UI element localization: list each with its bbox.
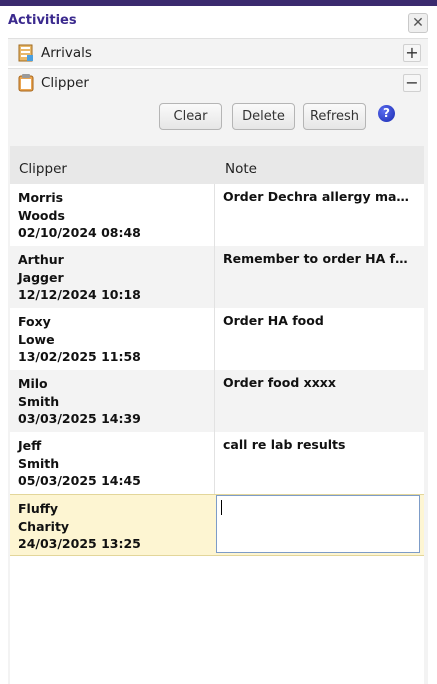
clip-datetime: 03/03/2025 14:39 bbox=[18, 411, 141, 426]
clipper-cell: Milo Smith 03/03/2025 14:39 bbox=[18, 375, 208, 428]
clip-datetime: 24/03/2025 13:25 bbox=[18, 536, 141, 551]
collapse-clipper-button[interactable]: − bbox=[403, 74, 421, 92]
clipper-cell: Morris Woods 02/10/2024 08:48 bbox=[18, 189, 208, 242]
table-row[interactable]: Milo Smith 03/03/2025 14:39 Order food x… bbox=[10, 370, 424, 432]
table-empty-area bbox=[10, 556, 424, 684]
note-cell[interactable]: Remember to order HA food bbox=[223, 251, 416, 266]
column-header-note[interactable]: Note bbox=[225, 161, 257, 177]
note-cell[interactable]: Order food xxxx bbox=[223, 375, 416, 390]
table-row-selected[interactable]: Fluffy Charity 24/03/2025 13:25 bbox=[10, 494, 424, 556]
clip-datetime: 13/02/2025 11:58 bbox=[18, 349, 141, 364]
patient-last-name: Smith bbox=[18, 393, 60, 409]
patient-first-name: Arthur bbox=[18, 252, 64, 267]
note-cell[interactable]: Order HA food bbox=[223, 313, 416, 328]
patient-last-name: Smith bbox=[18, 455, 60, 471]
note-cell[interactable]: Order Dechra allergy manag... bbox=[223, 189, 416, 204]
table-header: Clipper Note bbox=[10, 146, 424, 184]
clipper-cell: Jeff Smith 05/03/2025 14:45 bbox=[18, 437, 208, 490]
table-row[interactable]: Morris Woods 02/10/2024 08:48 Order Dech… bbox=[10, 184, 424, 246]
column-separator bbox=[214, 184, 215, 246]
clipper-cell: Foxy Lowe 13/02/2025 11:58 bbox=[18, 313, 208, 366]
column-separator bbox=[214, 370, 215, 432]
plus-icon: + bbox=[405, 43, 419, 62]
clip-datetime: 02/10/2024 08:48 bbox=[18, 225, 141, 240]
clipper-cell: Arthur Jagger 12/12/2024 10:18 bbox=[18, 251, 208, 304]
patient-last-name: Woods bbox=[18, 207, 65, 223]
arrivals-book-icon bbox=[18, 44, 33, 62]
patient-first-name: Fluffy bbox=[18, 501, 58, 516]
column-header-clipper[interactable]: Clipper bbox=[19, 161, 67, 177]
patient-last-name: Charity bbox=[18, 518, 70, 534]
section-clipper[interactable]: Clipper − bbox=[8, 68, 428, 96]
table-row[interactable]: Foxy Lowe 13/02/2025 11:58 Order HA food bbox=[10, 308, 424, 370]
note-edit-field[interactable] bbox=[216, 495, 420, 553]
column-separator bbox=[214, 308, 215, 370]
text-caret bbox=[221, 500, 222, 515]
column-separator bbox=[214, 246, 215, 308]
activities-header: Activities ✕ bbox=[0, 6, 437, 36]
section-arrivals-label: Arrivals bbox=[41, 45, 92, 61]
expand-arrivals-button[interactable]: + bbox=[403, 44, 421, 62]
patient-first-name: Morris bbox=[18, 190, 64, 205]
patient-first-name: Foxy bbox=[18, 314, 51, 329]
clear-button[interactable]: Clear bbox=[159, 103, 222, 130]
patient-last-name: Lowe bbox=[18, 331, 55, 347]
clip-datetime: 05/03/2025 14:45 bbox=[18, 473, 141, 488]
minus-icon: − bbox=[405, 73, 419, 92]
section-clipper-label: Clipper bbox=[41, 75, 89, 91]
panel-title: Activities bbox=[8, 13, 77, 28]
section-arrivals[interactable]: Arrivals + bbox=[8, 38, 428, 66]
refresh-button[interactable]: Refresh bbox=[303, 103, 366, 130]
note-cell[interactable]: call re lab results bbox=[223, 437, 416, 452]
table-row[interactable]: Jeff Smith 05/03/2025 14:45 call re lab … bbox=[10, 432, 424, 494]
close-button[interactable]: ✕ bbox=[408, 13, 428, 33]
column-separator bbox=[214, 432, 215, 494]
table-row[interactable]: Arthur Jagger 12/12/2024 10:18 Remember … bbox=[10, 246, 424, 308]
patient-first-name: Milo bbox=[18, 376, 48, 391]
delete-button[interactable]: Delete bbox=[232, 103, 295, 130]
clipboard-icon bbox=[18, 74, 34, 92]
close-icon: ✕ bbox=[412, 15, 424, 31]
clipper-table: Clipper Note Morris Woods 02/10/2024 08:… bbox=[10, 146, 424, 556]
clip-datetime: 12/12/2024 10:18 bbox=[18, 287, 141, 302]
patient-first-name: Jeff bbox=[18, 438, 42, 453]
clipper-cell: Fluffy Charity 24/03/2025 13:25 bbox=[18, 500, 208, 553]
patient-last-name: Jagger bbox=[18, 269, 64, 285]
help-icon[interactable]: ? bbox=[378, 105, 395, 122]
